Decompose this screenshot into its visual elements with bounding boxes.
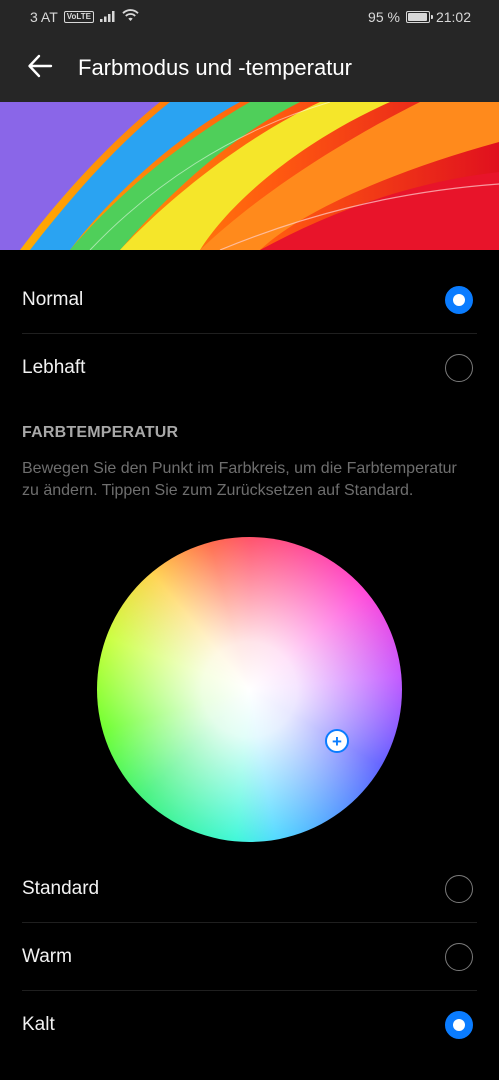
option-standard-radio[interactable] [445, 874, 473, 903]
volte-badge: VoLTE [63, 11, 94, 23]
option-normal-radio[interactable] [445, 285, 473, 314]
option-warm-radio[interactable] [445, 942, 473, 971]
color-wheel[interactable] [97, 537, 402, 842]
option-warm[interactable]: Warm [22, 923, 477, 991]
option-lebhaft-label: Lebhaft [22, 357, 86, 378]
color-wheel-handle[interactable]: + [325, 729, 349, 753]
clock: 21:02 [435, 9, 471, 25]
section-description: Bewegen Sie den Punkt im Farbkreis, um d… [22, 460, 457, 499]
section-title-color-temperature: FARBTEMPERATUR [22, 424, 179, 441]
option-kalt-label: Kalt [22, 1014, 55, 1035]
page-title: Farbmodus und -temperatur [78, 55, 352, 80]
option-standard-label: Standard [22, 877, 100, 899]
preview-banner-image [0, 102, 499, 250]
option-lebhaft-radio[interactable] [445, 354, 473, 382]
signal-icon [99, 9, 116, 25]
status-right: 95 % 21:02 [368, 9, 471, 25]
arrow-left-icon [26, 52, 54, 85]
carrier-label: 3 AT [30, 9, 58, 25]
status-bar: 3 AT VoLTE 95 % 21:02 [0, 0, 499, 34]
battery-icon [405, 11, 433, 23]
option-normal[interactable]: Normal [22, 266, 477, 334]
battery-level [407, 13, 427, 21]
wifi-icon [122, 9, 139, 25]
option-normal-label: Normal [22, 288, 84, 310]
status-left: 3 AT VoLTE [30, 9, 139, 25]
back-button[interactable] [20, 48, 60, 88]
option-warm-label: Warm [22, 945, 72, 967]
battery-percent: 95 % [368, 9, 400, 25]
app-bar: Farbmodus und -temperatur [0, 34, 499, 102]
option-kalt[interactable]: Kalt [22, 991, 477, 1059]
option-kalt-radio[interactable] [445, 1011, 473, 1039]
option-lebhaft[interactable]: Lebhaft [22, 334, 477, 402]
option-standard[interactable]: Standard [22, 855, 477, 923]
